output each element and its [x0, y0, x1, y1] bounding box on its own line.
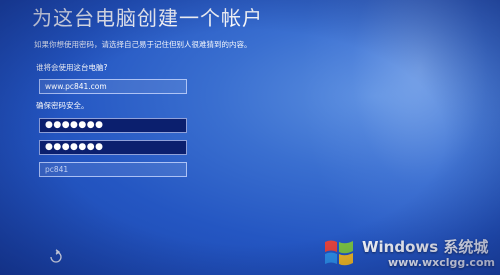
password-input[interactable]: ●●●●●●● [39, 118, 187, 133]
back-button[interactable] [48, 249, 64, 265]
page-title: 为这台电脑创建一个帐户 [32, 6, 263, 30]
watermark: Windows 系统城 www.wxclgg.com [318, 232, 500, 275]
logo-blue [325, 252, 337, 264]
logo-green [339, 241, 353, 254]
password-confirm-input[interactable]: ●●●●●●● [39, 140, 187, 155]
username-input[interactable]: www.pc841.com [39, 79, 187, 94]
password-hint-input[interactable]: pc841 [39, 162, 187, 177]
logo-red [325, 240, 337, 252]
user-label: 谁将会使用这台电脑? [36, 63, 108, 72]
watermark-url: www.wxclgg.com [388, 256, 495, 269]
page-subtitle: 如果你想使用密码，请选择自己易于记住但别人很难猜到的内容。 [34, 40, 252, 49]
logo-yellow [339, 253, 353, 266]
back-arrow-icon [50, 249, 62, 263]
windows-logo-icon [325, 240, 353, 266]
watermark-brand: Windows 系统城 [362, 238, 489, 256]
password-label: 确保密码安全。 [36, 101, 89, 110]
